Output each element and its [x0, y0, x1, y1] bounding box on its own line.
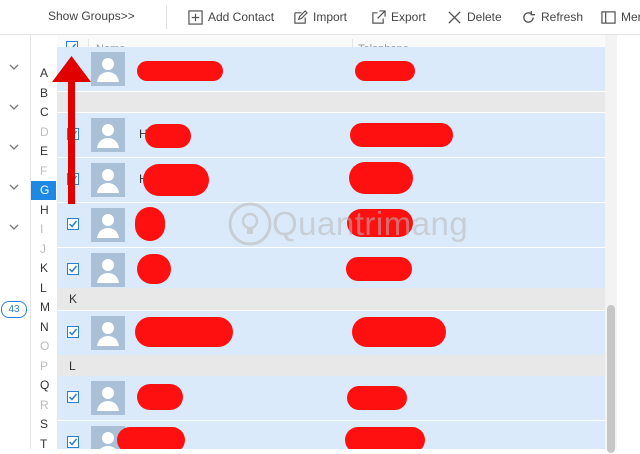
redaction-mark	[347, 209, 413, 237]
redaction-mark	[346, 257, 412, 281]
person-icon	[97, 387, 119, 411]
redaction-mark	[135, 207, 165, 241]
redaction-mark	[143, 164, 209, 196]
checkmark-icon	[68, 438, 78, 446]
more-button[interactable]: Mer	[601, 8, 640, 26]
vertical-scrollbar[interactable]	[605, 35, 617, 453]
contact-list: Name Telephone H H	[57, 35, 605, 449]
checkmark-icon	[68, 393, 78, 401]
group-letter: K	[69, 292, 78, 306]
row-checkbox[interactable]	[67, 263, 79, 275]
delete-button[interactable]: Delete	[447, 8, 502, 26]
checkmark-icon	[68, 265, 78, 273]
alphabet-letter[interactable]: K	[31, 259, 56, 278]
left-nav: 43	[0, 35, 31, 449]
chevron-down-icon[interactable]	[8, 102, 20, 112]
row-checkbox[interactable]	[67, 326, 79, 338]
import-label: Import	[313, 10, 348, 24]
right-panel-edge	[617, 35, 640, 449]
contact-row[interactable]	[57, 248, 605, 293]
add-contact-label: Add Contact	[208, 10, 275, 24]
plus-box-icon	[188, 9, 203, 25]
alphabet-letter[interactable]: P	[31, 357, 56, 376]
export-icon	[372, 9, 386, 24]
scrollbar-thumb[interactable]	[607, 305, 615, 453]
redaction-mark	[349, 162, 413, 194]
group-header	[57, 92, 605, 112]
avatar	[91, 253, 125, 287]
contact-row[interactable]	[57, 203, 605, 248]
redaction-mark	[345, 427, 425, 449]
export-button[interactable]: Export	[371, 8, 426, 26]
red-arrow-annotation	[52, 56, 91, 204]
alphabet-letter[interactable]: Q	[31, 376, 56, 395]
checkmark-icon	[68, 220, 78, 228]
checkmark-icon	[68, 328, 78, 336]
alphabet-letter[interactable]: L	[31, 279, 56, 298]
edit-icon	[294, 9, 308, 24]
alphabet-letter[interactable]: O	[31, 337, 56, 356]
delete-label: Delete	[467, 10, 502, 24]
window-icon	[601, 10, 616, 24]
alphabet-letter[interactable]: R	[31, 396, 56, 415]
redaction-mark	[352, 317, 446, 347]
redaction-mark	[355, 61, 415, 81]
contact-row[interactable]	[57, 376, 605, 421]
refresh-label: Refresh	[541, 10, 584, 24]
avatar	[91, 208, 125, 242]
add-contact-button[interactable]: Add Contact	[188, 8, 274, 26]
contact-row[interactable]: H	[57, 113, 605, 158]
redaction-mark	[117, 427, 185, 449]
chevron-down-icon[interactable]	[8, 182, 20, 192]
contact-row[interactable]	[57, 311, 605, 356]
redaction-mark	[347, 386, 407, 410]
avatar	[91, 381, 125, 415]
redaction-mark	[135, 317, 233, 347]
alphabet-letter[interactable]: I	[31, 220, 56, 239]
alphabet-letter[interactable]: S	[31, 415, 56, 434]
toolbar: Show Groups>> Add Contact Import Export …	[0, 0, 640, 35]
redaction-mark	[137, 254, 171, 284]
alphabet-letter[interactable]: M	[31, 298, 56, 317]
redaction-mark	[137, 61, 223, 81]
contact-count-badge: 43	[1, 301, 27, 318]
export-label: Export	[391, 10, 426, 24]
row-checkbox[interactable]	[67, 436, 79, 448]
group-header: K	[57, 288, 605, 310]
redaction-mark	[350, 123, 453, 147]
chevron-down-icon[interactable]	[8, 222, 20, 232]
group-letter: L	[69, 359, 76, 373]
toolbar-divider	[166, 5, 167, 29]
refresh-icon	[523, 10, 536, 23]
import-button[interactable]: Import	[293, 8, 347, 26]
person-icon	[97, 259, 119, 283]
alphabet-letter[interactable]: J	[31, 240, 56, 259]
row-checkbox[interactable]	[67, 218, 79, 230]
chevron-down-icon[interactable]	[8, 142, 20, 152]
alphabet-letter[interactable]: T	[31, 435, 56, 454]
row-checkbox[interactable]	[67, 391, 79, 403]
contact-row[interactable]	[57, 421, 605, 449]
avatar	[91, 316, 125, 350]
close-icon	[448, 10, 461, 24]
alphabet-letter[interactable]: N	[31, 318, 56, 337]
contact-row[interactable]	[57, 47, 605, 92]
chevron-down-icon[interactable]	[8, 62, 20, 72]
more-label: Mer	[621, 10, 640, 24]
refresh-button[interactable]: Refresh	[521, 8, 583, 26]
redaction-mark	[137, 384, 183, 410]
person-icon	[97, 322, 119, 346]
redaction-mark	[145, 124, 191, 148]
show-groups-button[interactable]: Show Groups>>	[48, 9, 135, 23]
contact-row[interactable]: H	[57, 158, 605, 203]
group-header: L	[57, 355, 605, 377]
person-icon	[97, 214, 119, 238]
